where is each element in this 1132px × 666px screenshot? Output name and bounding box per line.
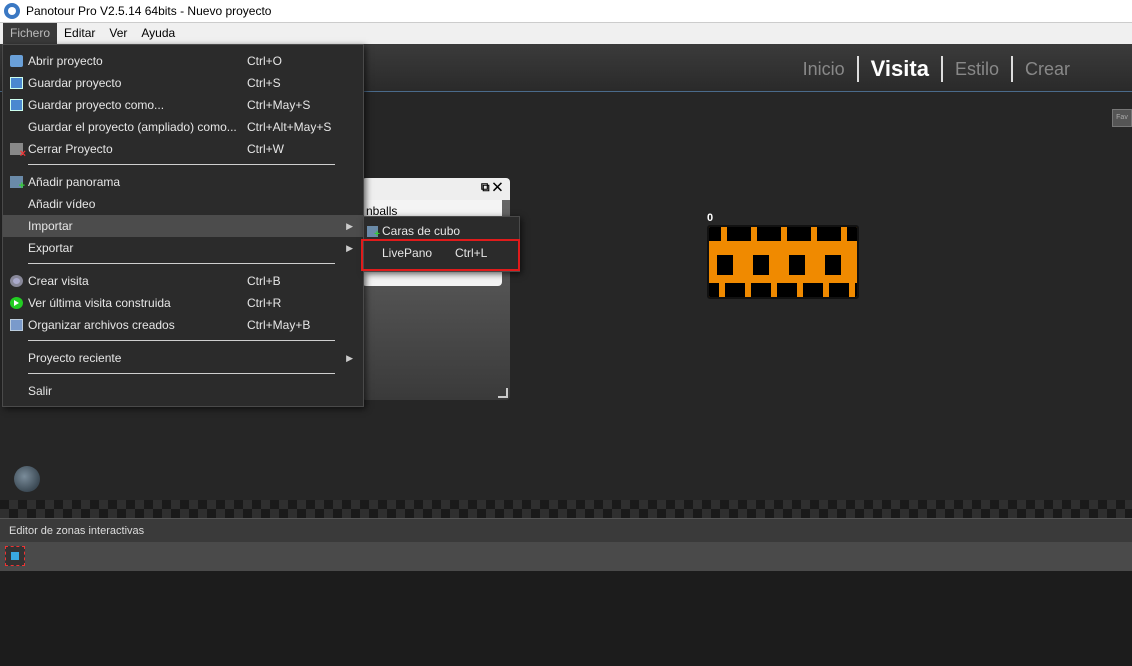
resize-grip-icon[interactable]	[498, 388, 508, 398]
side-panel-button[interactable]: Fav	[1112, 109, 1132, 127]
zone-editor-title: Editor de zonas interactivas	[9, 525, 145, 537]
tab-inicio[interactable]: Inicio	[791, 56, 857, 82]
menu-item-importar[interactable]: Importar ▶	[3, 215, 363, 237]
submenu-arrow-icon: ▶	[346, 353, 353, 363]
pano-pattern-bottom	[709, 283, 857, 297]
tab-visita[interactable]: Visita	[859, 56, 941, 82]
menu-item-guardar-proyecto[interactable]: Guardar proyecto Ctrl+S	[3, 72, 363, 94]
menu-item-abrir-proyecto[interactable]: Abrir proyecto Ctrl+O	[3, 50, 363, 72]
floating-panel: ⧉ ✕ nballs	[362, 178, 510, 400]
menu-item-exportar[interactable]: Exportar ▶	[3, 237, 363, 259]
menu-item-anadir-panorama[interactable]: Añadir panorama	[3, 171, 363, 193]
save-icon	[10, 77, 23, 89]
menu-separator	[28, 340, 335, 341]
add-panorama-icon	[10, 176, 25, 191]
menu-item-ver-ultima-visita[interactable]: Ver última visita construida Ctrl+R	[3, 292, 363, 314]
menu-ayuda[interactable]: Ayuda	[134, 23, 182, 44]
menu-item-organizar-archivos[interactable]: Organizar archivos creados Ctrl+May+B	[3, 314, 363, 336]
app-window: Panotour Pro V2.5.14 64bits - Nuevo proy…	[0, 0, 1132, 666]
menu-item-crear-visita[interactable]: Crear visita Ctrl+B	[3, 270, 363, 292]
tab-crear[interactable]: Crear	[1013, 56, 1082, 82]
menu-item-guardar-ampliado[interactable]: Guardar el proyecto (ampliado) como... C…	[3, 116, 363, 138]
menu-item-proyecto-reciente[interactable]: Proyecto reciente ▶	[3, 347, 363, 369]
menu-fichero[interactable]: Fichero	[3, 23, 58, 44]
menu-ver[interactable]: Ver	[102, 23, 134, 44]
menu-separator	[28, 164, 335, 165]
timeline-strip	[0, 500, 1132, 518]
menu-separator	[28, 263, 335, 264]
title-bar: Panotour Pro V2.5.14 64bits - Nuevo proy…	[0, 0, 1132, 23]
menu-item-anadir-video[interactable]: Añadir vídeo	[3, 193, 363, 215]
globe-icon[interactable]	[14, 466, 40, 492]
zone-editor-header: Editor de zonas interactivas	[0, 518, 1132, 542]
menu-bar: Fichero Editar Ver Ayuda	[0, 23, 1132, 44]
files-icon	[10, 319, 23, 331]
app-logo-icon	[4, 3, 20, 19]
cube-faces-icon	[367, 226, 380, 240]
menu-item-salir[interactable]: Salir	[3, 380, 363, 402]
panel-header: ⧉ ✕	[362, 178, 510, 200]
zone-editor-body[interactable]	[0, 571, 1132, 666]
play-icon	[10, 297, 23, 309]
fichero-dropdown: Abrir proyecto Ctrl+O Guardar proyecto C…	[2, 44, 364, 407]
open-folder-icon	[10, 55, 23, 67]
pano-pattern-middle	[709, 255, 857, 275]
panorama-thumbnail[interactable]	[707, 225, 859, 299]
menu-separator	[28, 373, 335, 374]
menu-item-guardar-como[interactable]: Guardar proyecto como... Ctrl+May+S	[3, 94, 363, 116]
pano-index: 0	[707, 212, 714, 224]
nav-tabs: Inicio Visita Estilo Crear	[791, 56, 1082, 82]
save-as-icon	[10, 99, 23, 111]
submenu-arrow-icon: ▶	[346, 221, 353, 231]
window-title: Panotour Pro V2.5.14 64bits - Nuevo proy…	[26, 4, 272, 18]
menu-editar[interactable]: Editar	[57, 23, 102, 44]
close-project-icon	[10, 143, 26, 159]
zone-editor-toolbar	[0, 542, 1132, 571]
menu-item-cerrar-proyecto[interactable]: Cerrar Proyecto Ctrl+W	[3, 138, 363, 160]
pano-pattern-top	[709, 227, 857, 241]
select-zone-tool-icon[interactable]	[5, 546, 25, 566]
tab-estilo[interactable]: Estilo	[943, 56, 1011, 82]
gear-icon	[10, 275, 23, 287]
livepano-highlight-box	[361, 239, 520, 271]
submenu-arrow-icon: ▶	[346, 243, 353, 253]
panel-controls[interactable]: ⧉ ✕	[481, 180, 502, 195]
